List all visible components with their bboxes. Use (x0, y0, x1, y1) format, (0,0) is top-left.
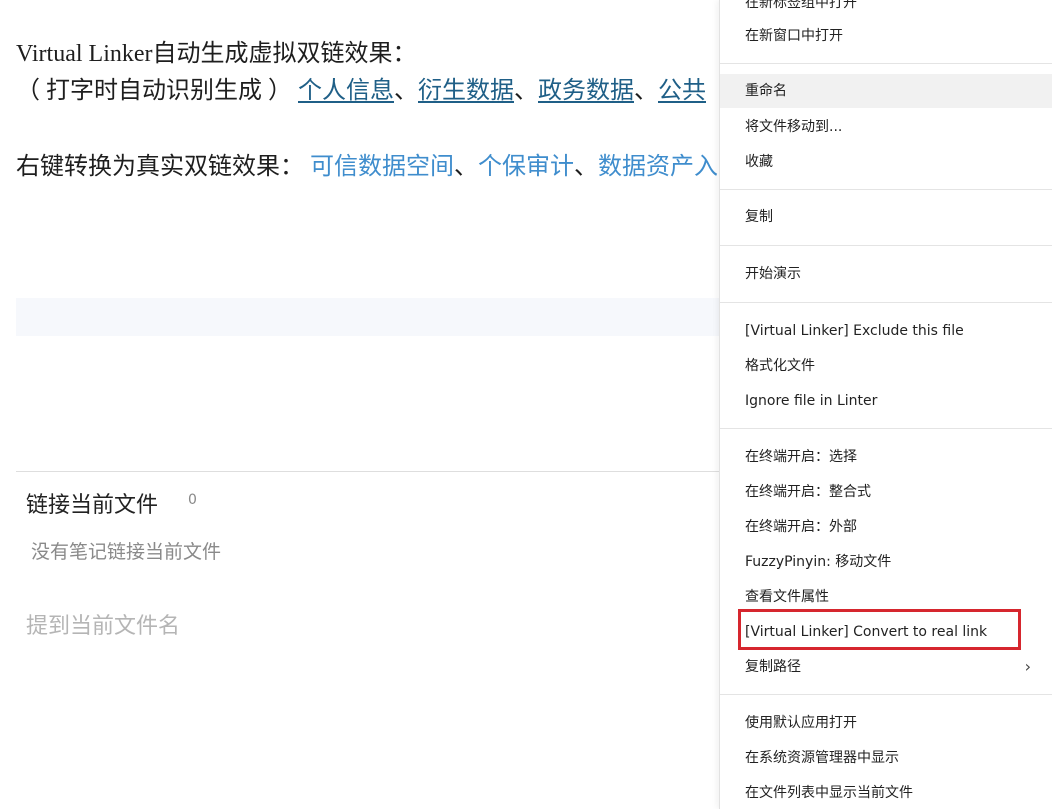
backlinks-empty-text: 没有笔记链接当前文件 (31, 541, 222, 563)
menu-item-copy[interactable]: 复制 (720, 200, 1052, 234)
menu-item-terminal-integrated[interactable]: 在终端开启：整合式 (720, 475, 1052, 509)
menu-item-show-in-explorer[interactable]: 在系统资源管理器中显示 (720, 741, 1052, 775)
mentions-title[interactable]: 提到当前文件名 (26, 608, 180, 640)
menu-item-ignore-in-linter[interactable]: Ignore file in Linter (720, 384, 1052, 418)
real-link-privacy-audit[interactable]: 个保审计 (478, 154, 574, 180)
real-link-trusted-data-space[interactable]: 可信数据空间 (310, 154, 454, 180)
menu-item-open-in-new-window[interactable]: 在新窗口中打开 (720, 19, 1052, 53)
separator: 、 (394, 78, 418, 104)
backlinks-divider (16, 471, 720, 472)
menu-separator (720, 245, 1052, 246)
menu-item-format-file[interactable]: 格式化文件 (720, 349, 1052, 383)
backlinks-title: 链接当前文件 (26, 493, 159, 518)
menu-item-move-file[interactable]: 将文件移动到... (720, 110, 1052, 144)
menu-separator (720, 189, 1052, 190)
copy-path-label: 复制路径 (745, 659, 801, 675)
virtual-link-public[interactable]: 公共 (658, 78, 706, 104)
menu-separator (720, 302, 1052, 303)
menu-item-start-presentation[interactable]: 开始演示 (720, 257, 1052, 291)
real-link-data-asset[interactable]: 数据资产入 (598, 154, 718, 180)
backlinks-count: 0 (188, 492, 197, 508)
line3-prefix: 右键转换为真实双链效果： (16, 154, 304, 180)
menu-item-bookmark[interactable]: 收藏 (720, 145, 1052, 179)
menu-item-terminal-external[interactable]: 在终端开启：外部 (720, 510, 1052, 544)
editor-line-2: （ 打字时自动识别生成 ） 个人信息、衍生数据、政务数据、公共 (16, 76, 706, 106)
menu-item-terminal-select[interactable]: 在终端开启：选择 (720, 440, 1052, 474)
virtual-link-personal-info[interactable]: 个人信息 (298, 78, 394, 104)
menu-item-fuzzypinyin-move[interactable]: FuzzyPinyin: 移动文件 (720, 545, 1052, 579)
separator: 、 (514, 78, 538, 104)
editor-line-3: 右键转换为真实双链效果： 可信数据空间、个保审计、数据资产入 (16, 152, 718, 182)
context-menu: 在新标签组中打开 在新窗口中打开 重命名 将文件移动到... 收藏 复制 开始演… (719, 0, 1052, 809)
menu-item-virtual-linker-exclude[interactable]: [Virtual Linker] Exclude this file (720, 314, 1052, 348)
menu-separator (720, 428, 1052, 429)
separator: 、 (634, 78, 658, 104)
menu-item-open-default-app[interactable]: 使用默认应用打开 (720, 706, 1052, 740)
line2-prefix: （ 打字时自动识别生成 ） (16, 78, 292, 104)
separator: 、 (574, 154, 598, 180)
menu-item-open-in-new-tab-group[interactable]: 在新标签组中打开 (720, 0, 1052, 20)
virtual-link-derived-data[interactable]: 衍生数据 (418, 78, 514, 104)
editor-line-1: Virtual Linker自动生成虚拟双链效果： (16, 41, 417, 67)
menu-item-file-properties[interactable]: 查看文件属性 (720, 580, 1052, 614)
separator: 、 (454, 154, 478, 180)
menu-item-rename[interactable]: 重命名 (720, 74, 1052, 108)
menu-item-virtual-linker-convert[interactable]: [Virtual Linker] Convert to real link (720, 615, 1052, 649)
menu-item-copy-path[interactable]: 复制路径 › (720, 650, 1052, 684)
menu-item-reveal-in-file-list[interactable]: 在文件列表中显示当前文件 (720, 776, 1052, 809)
menu-separator (720, 694, 1052, 695)
code-block-strip (16, 298, 720, 336)
chevron-right-icon: › (1024, 657, 1031, 676)
menu-separator (720, 63, 1052, 64)
virtual-link-government-data[interactable]: 政务数据 (538, 78, 634, 104)
